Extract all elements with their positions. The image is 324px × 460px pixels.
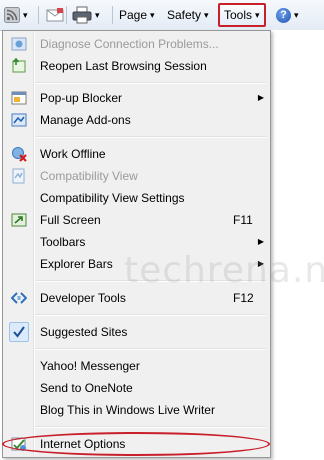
menu-item-label: Yahoo! Messenger xyxy=(40,359,140,373)
menu-item-blog-this[interactable]: Blog This in Windows Live Writer xyxy=(5,399,268,421)
safety-menu-button[interactable]: Safety ▾ xyxy=(167,4,209,26)
compatibility-view-icon xyxy=(12,168,25,184)
page-menu-label: Page xyxy=(119,8,148,22)
menu-item-label: Blog This in Windows Live Writer xyxy=(40,403,215,417)
print-icon xyxy=(72,6,92,24)
menu-item-label: Compatibility View xyxy=(40,169,138,183)
menu-item-full-screen[interactable]: Full Screen F11 xyxy=(5,209,268,231)
menu-item-explorer-bars[interactable]: Explorer Bars ▶ xyxy=(5,253,268,275)
work-offline-icon xyxy=(12,147,27,162)
help-icon: ? xyxy=(276,7,291,23)
page-background xyxy=(271,30,324,460)
menu-item-send-to-onenote[interactable]: Send to OneNote xyxy=(5,377,268,399)
highlight-oval xyxy=(2,432,270,456)
rss-feed-icon xyxy=(4,7,20,23)
menu-item-label: Compatibility View Settings xyxy=(40,191,185,205)
chevron-down-icon: ▾ xyxy=(23,9,28,20)
menu-item-suggested-sites[interactable]: Suggested Sites xyxy=(5,321,268,343)
menu-separator xyxy=(36,280,266,282)
menu-item-diagnose-connection[interactable]: Diagnose Connection Problems... xyxy=(5,33,268,55)
submenu-arrow-icon: ▶ xyxy=(257,237,264,246)
menu-item-label: Explorer Bars xyxy=(40,257,113,271)
shortcut-f11: F11 xyxy=(233,213,253,227)
menu-item-label: Pop-up Blocker xyxy=(40,91,123,105)
shortcut-f12: F12 xyxy=(233,291,254,305)
menu-item-reopen-session[interactable]: Reopen Last Browsing Session xyxy=(5,55,268,77)
menu-separator xyxy=(36,348,266,350)
menu-separator xyxy=(36,426,266,428)
menu-item-label: Manage Add-ons xyxy=(40,113,131,127)
submenu-arrow-icon: ▶ xyxy=(257,93,264,102)
menu-item-label: Full Screen xyxy=(40,213,101,227)
menu-item-label: Work Offline xyxy=(40,147,106,161)
menu-item-label: Diagnose Connection Problems... xyxy=(40,37,219,51)
toolbar-divider xyxy=(38,6,39,24)
read-mail-button[interactable] xyxy=(46,4,64,26)
menu-item-label: Toolbars xyxy=(40,235,86,249)
menu-item-label: Developer Tools xyxy=(40,291,126,305)
menu-separator xyxy=(36,82,266,84)
toolbar-divider xyxy=(66,6,67,24)
menu-separator xyxy=(36,136,266,138)
checkmark-icon xyxy=(13,326,25,338)
chevron-down-icon: ▾ xyxy=(294,9,299,20)
menu-item-label: Suggested Sites xyxy=(40,325,128,339)
menu-item-label: Send to OneNote xyxy=(40,381,133,395)
diagnose-icon xyxy=(11,37,27,51)
full-screen-icon xyxy=(11,213,27,227)
checkmark-box xyxy=(9,322,29,342)
chevron-down-icon: ▾ xyxy=(150,9,155,20)
submenu-arrow-icon: ▶ xyxy=(257,259,264,268)
menu-item-toolbars[interactable]: Toolbars ▶ xyxy=(5,231,268,253)
page-menu-button[interactable]: Page ▾ xyxy=(119,4,155,26)
toolbar-divider xyxy=(112,6,113,24)
menu-item-popup-blocker[interactable]: Pop-up Blocker ▶ xyxy=(5,87,268,109)
command-bar: ▾ ▾ Page ▾ Safety ▾ Tools ▾ ? ▾ xyxy=(0,0,324,31)
chevron-down-icon: ▾ xyxy=(255,9,260,20)
print-button[interactable]: ▾ xyxy=(72,4,100,26)
developer-tools-icon xyxy=(11,292,27,304)
popup-blocker-icon xyxy=(11,91,27,105)
tools-menu-button[interactable]: Tools ▾ xyxy=(218,3,266,27)
help-button[interactable]: ? ▾ xyxy=(276,4,299,26)
chevron-down-icon: ▾ xyxy=(204,9,209,20)
menu-item-label: Reopen Last Browsing Session xyxy=(40,59,207,73)
menu-item-developer-tools[interactable]: Developer Tools F12 xyxy=(5,287,268,309)
manage-addons-icon xyxy=(11,113,27,127)
menu-separator xyxy=(36,314,266,316)
menu-item-compatibility-view-settings[interactable]: Compatibility View Settings xyxy=(5,187,268,209)
safety-menu-label: Safety xyxy=(167,8,202,22)
menu-item-compatibility-view[interactable]: Compatibility View xyxy=(5,165,268,187)
chevron-down-icon: ▾ xyxy=(95,9,100,20)
reopen-session-icon xyxy=(12,58,26,73)
menu-item-yahoo-messenger[interactable]: Yahoo! Messenger xyxy=(5,355,268,377)
read-mail-icon xyxy=(46,8,64,22)
rss-feed-button[interactable]: ▾ xyxy=(4,4,28,26)
tools-dropdown-menu: Diagnose Connection Problems... Reopen L… xyxy=(2,30,271,458)
tools-menu-label: Tools xyxy=(224,8,253,22)
menu-item-manage-addons[interactable]: Manage Add-ons xyxy=(5,109,268,131)
menu-item-work-offline[interactable]: Work Offline xyxy=(5,143,268,165)
